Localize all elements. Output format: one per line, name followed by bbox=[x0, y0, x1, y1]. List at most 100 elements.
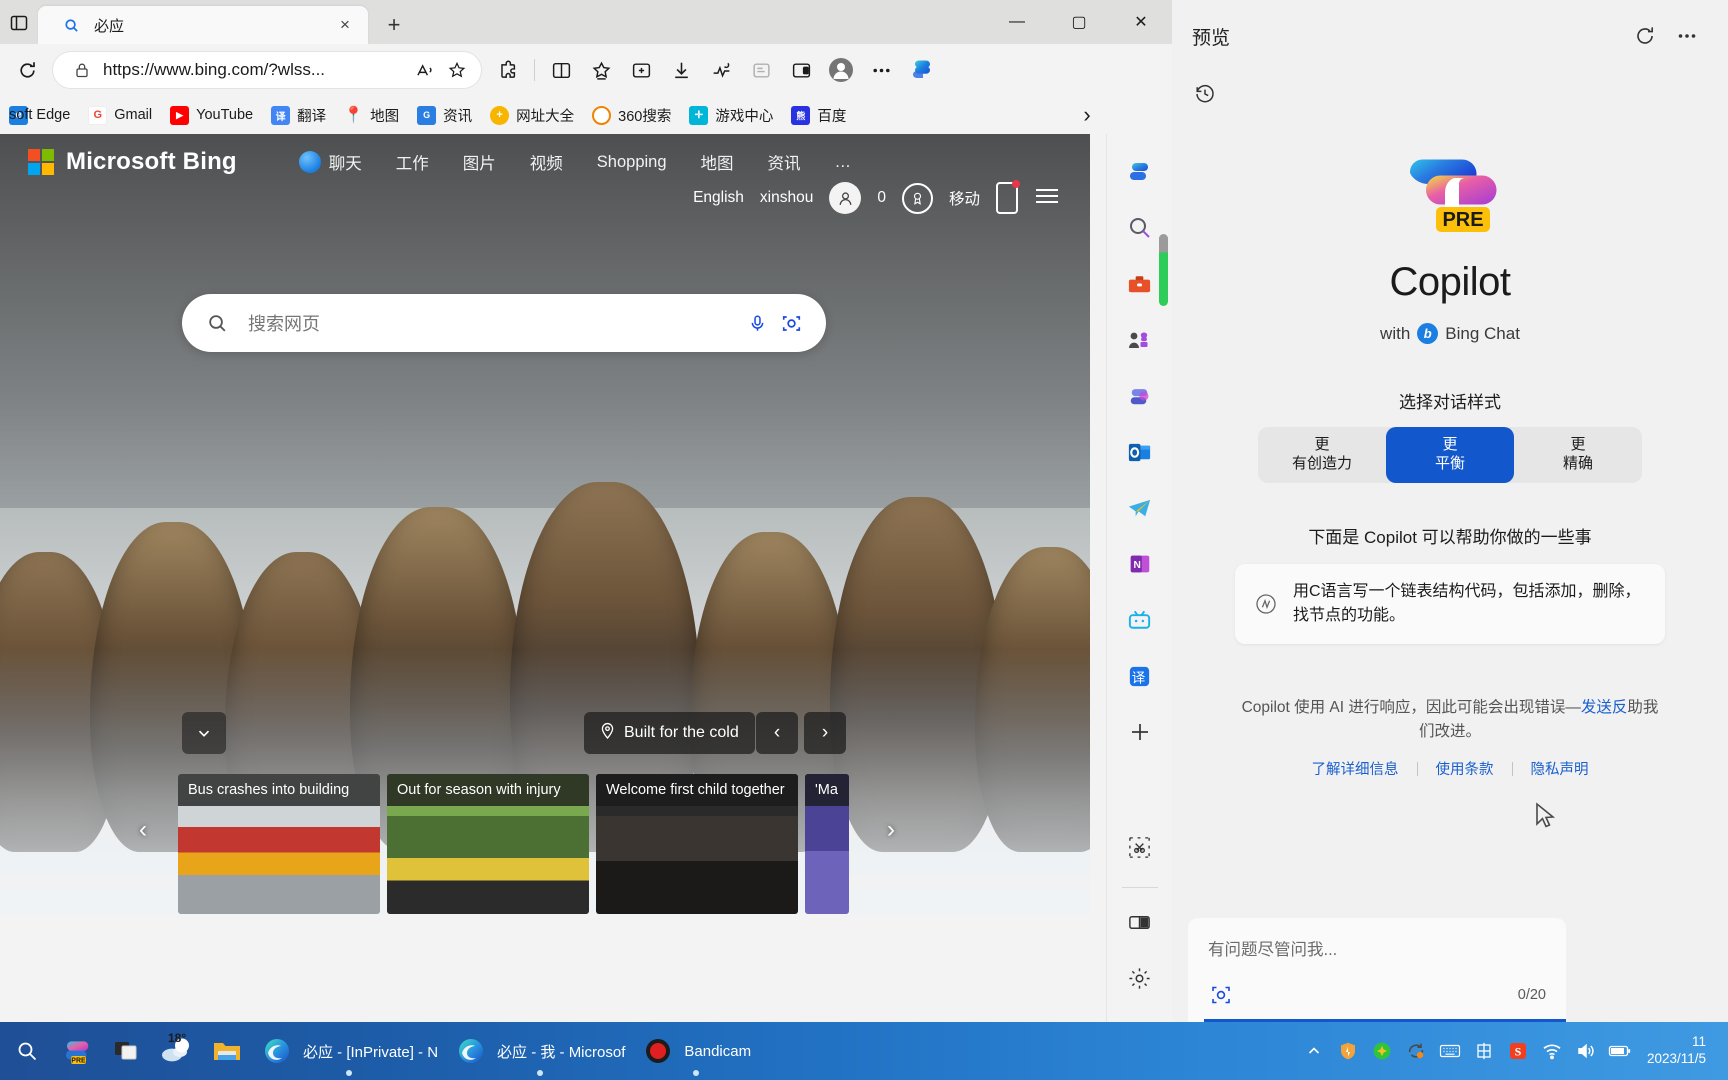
learn-more-link[interactable]: 了解详细信息 bbox=[1294, 758, 1417, 779]
telegram-icon[interactable] bbox=[1118, 486, 1162, 530]
bing-nav-news[interactable]: 资讯 bbox=[768, 150, 801, 174]
bing-nav-images[interactable]: 图片 bbox=[463, 150, 496, 174]
extensions-icon[interactable] bbox=[488, 51, 528, 89]
keyboard-icon[interactable] bbox=[1435, 1034, 1465, 1068]
history-icon[interactable] bbox=[1194, 83, 1216, 110]
taskbar-bandicam-window[interactable]: Bandicam bbox=[633, 1027, 759, 1076]
rewards-medal-icon[interactable] bbox=[901, 182, 933, 214]
split-view-icon[interactable] bbox=[1118, 900, 1162, 944]
bilibili-icon[interactable] bbox=[1118, 598, 1162, 642]
bing-search-box[interactable]: 搜索网页 bbox=[182, 294, 826, 352]
style-balanced-button[interactable]: 更 平衡 bbox=[1386, 427, 1514, 483]
outlook-icon[interactable] bbox=[1118, 430, 1162, 474]
taskbar-copilot-button[interactable]: PRE bbox=[52, 1027, 102, 1075]
avatar[interactable] bbox=[829, 182, 862, 214]
copilot-icon[interactable] bbox=[901, 51, 943, 89]
maximize-button[interactable]: ▢ bbox=[1048, 0, 1110, 44]
news-card[interactable]: 'Ma bbox=[805, 774, 849, 914]
browser-essentials-icon[interactable] bbox=[621, 51, 661, 89]
browser-tab[interactable]: 必应 × bbox=[38, 6, 368, 44]
minimize-button[interactable]: — bbox=[986, 0, 1048, 44]
sogou-icon[interactable]: S bbox=[1503, 1034, 1533, 1068]
bookmark-item[interactable]: e soft Edge bbox=[0, 100, 79, 130]
downloads-icon[interactable] bbox=[661, 51, 701, 89]
suggestion-card[interactable]: 用C语言写一个链表结构代码，包括添加，删除，找节点的功能。 bbox=[1235, 564, 1665, 644]
taskbar-task-view-button[interactable] bbox=[102, 1027, 152, 1075]
search-icon[interactable] bbox=[1118, 206, 1162, 250]
taskbar-file-explorer-button[interactable] bbox=[202, 1027, 252, 1075]
bookmark-item[interactable]: G Gmail bbox=[79, 100, 161, 130]
news-card[interactable]: Welcome first child together bbox=[596, 774, 798, 914]
chevron-down-icon[interactable] bbox=[182, 712, 226, 754]
shield-security-icon[interactable] bbox=[1333, 1034, 1363, 1068]
add-icon[interactable] bbox=[1118, 710, 1162, 754]
feedback-link[interactable]: 发送反 bbox=[1581, 699, 1628, 716]
news-prev-button[interactable]: ‹ bbox=[124, 806, 162, 854]
taskbar-weather-widget[interactable]: 18° bbox=[152, 1027, 202, 1075]
microphone-icon[interactable] bbox=[740, 306, 774, 340]
tools-icon[interactable] bbox=[1118, 262, 1162, 306]
bing-nav-maps[interactable]: 地图 bbox=[701, 150, 734, 174]
image-next-button[interactable]: › bbox=[804, 712, 846, 754]
settings-more-icon[interactable] bbox=[861, 51, 901, 89]
volume-icon[interactable] bbox=[1571, 1034, 1601, 1068]
ime-chinese-icon[interactable] bbox=[1469, 1034, 1499, 1068]
bing-nav-chat[interactable]: 聊天 bbox=[298, 150, 362, 174]
bookmark-item[interactable]: 熊 百度 bbox=[782, 100, 855, 130]
wifi-icon[interactable] bbox=[1537, 1034, 1567, 1068]
office-icon[interactable] bbox=[1118, 374, 1162, 418]
mobile-link[interactable]: 移动 bbox=[949, 187, 980, 209]
copilot-input-box[interactable]: 有问题尽管问我... 0/20 bbox=[1188, 918, 1566, 1022]
privacy-statement-link[interactable]: 隐私声明 bbox=[1513, 758, 1607, 779]
collections-icon[interactable] bbox=[581, 51, 621, 89]
bookmark-item[interactable]: ✛ 游戏中心 bbox=[680, 100, 782, 130]
profile-icon[interactable] bbox=[821, 51, 861, 89]
image-prev-button[interactable]: ‹ bbox=[756, 712, 798, 754]
taskbar-clock[interactable]: 11 2023/11/5 bbox=[1639, 1034, 1716, 1068]
star-icon[interactable] bbox=[441, 55, 473, 85]
screenshot-icon[interactable] bbox=[1118, 825, 1162, 869]
copilot-input-placeholder[interactable]: 有问题尽管问我... bbox=[1208, 936, 1546, 960]
battery-icon[interactable] bbox=[1605, 1034, 1635, 1068]
refresh-icon[interactable] bbox=[1624, 15, 1666, 57]
bookmark-item[interactable]: + 网址大全 bbox=[481, 100, 583, 130]
refresh-icon[interactable] bbox=[8, 51, 46, 89]
green-antivirus-icon[interactable] bbox=[1367, 1034, 1397, 1068]
news-card[interactable]: Bus crashes into building bbox=[178, 774, 380, 914]
hamburger-icon[interactable] bbox=[1034, 186, 1060, 211]
bookmarks-overflow-icon[interactable]: › bbox=[1072, 100, 1102, 130]
copilot-icon[interactable] bbox=[1118, 150, 1162, 194]
taskbar-edge-inprivate-window[interactable]: 必应 - [InPrivate] - N bbox=[252, 1027, 446, 1076]
language-button[interactable]: English bbox=[693, 189, 744, 207]
taskbar-search-button[interactable] bbox=[0, 1027, 52, 1075]
settings-gear-icon[interactable] bbox=[1118, 956, 1162, 1000]
mobile-device-icon[interactable] bbox=[996, 180, 1020, 214]
update-sync-icon[interactable] bbox=[1401, 1034, 1431, 1068]
onenote-icon[interactable]: N bbox=[1118, 542, 1162, 586]
style-precise-button[interactable]: 更 精确 bbox=[1514, 427, 1642, 483]
visual-search-icon[interactable] bbox=[1208, 982, 1234, 1008]
read-aloud-icon[interactable] bbox=[409, 55, 441, 85]
close-icon[interactable]: × bbox=[332, 12, 358, 38]
terms-of-use-link[interactable]: 使用条款 bbox=[1418, 758, 1512, 779]
more-options-icon[interactable] bbox=[1666, 15, 1708, 57]
bookmark-item[interactable]: G 资讯 bbox=[408, 100, 481, 130]
bing-nav-shopping[interactable]: Shopping bbox=[597, 153, 667, 172]
tab-actions-icon[interactable] bbox=[0, 6, 40, 40]
bing-nav-work[interactable]: 工作 bbox=[396, 150, 429, 174]
translate-icon[interactable]: 译 bbox=[1118, 654, 1162, 698]
news-card[interactable]: Out for season with injury bbox=[387, 774, 589, 914]
show-hidden-icons-chevron[interactable] bbox=[1299, 1034, 1329, 1068]
style-creative-button[interactable]: 更 有创造力 bbox=[1258, 427, 1386, 483]
split-screen-icon[interactable] bbox=[541, 51, 581, 89]
image-info-badge[interactable]: Built for the cold bbox=[584, 712, 755, 754]
visual-search-icon[interactable] bbox=[774, 306, 808, 340]
games-icon[interactable] bbox=[1118, 318, 1162, 362]
bookmark-item[interactable]: 译 翻译 bbox=[262, 100, 335, 130]
address-bar[interactable]: https://www.bing.com/?wlss... bbox=[52, 51, 482, 89]
bookmark-item[interactable]: 360搜索 bbox=[583, 100, 680, 130]
screen-cast-icon[interactable] bbox=[781, 51, 821, 89]
bookmark-item[interactable]: ▶ YouTube bbox=[161, 100, 262, 130]
taskbar-edge-window[interactable]: 必应 - 我 - Microsof bbox=[446, 1027, 633, 1076]
bing-nav-videos[interactable]: 视频 bbox=[530, 150, 563, 174]
